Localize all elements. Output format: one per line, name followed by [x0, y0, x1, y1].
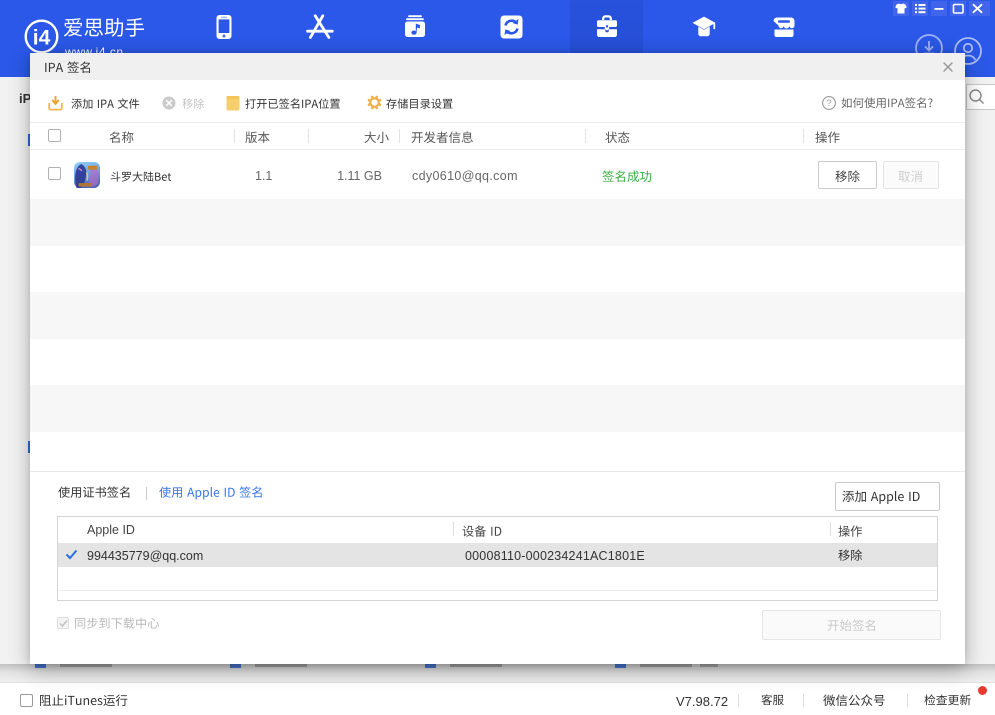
svg-text:?: ? — [826, 98, 831, 109]
svg-text:i4: i4 — [33, 27, 51, 50]
